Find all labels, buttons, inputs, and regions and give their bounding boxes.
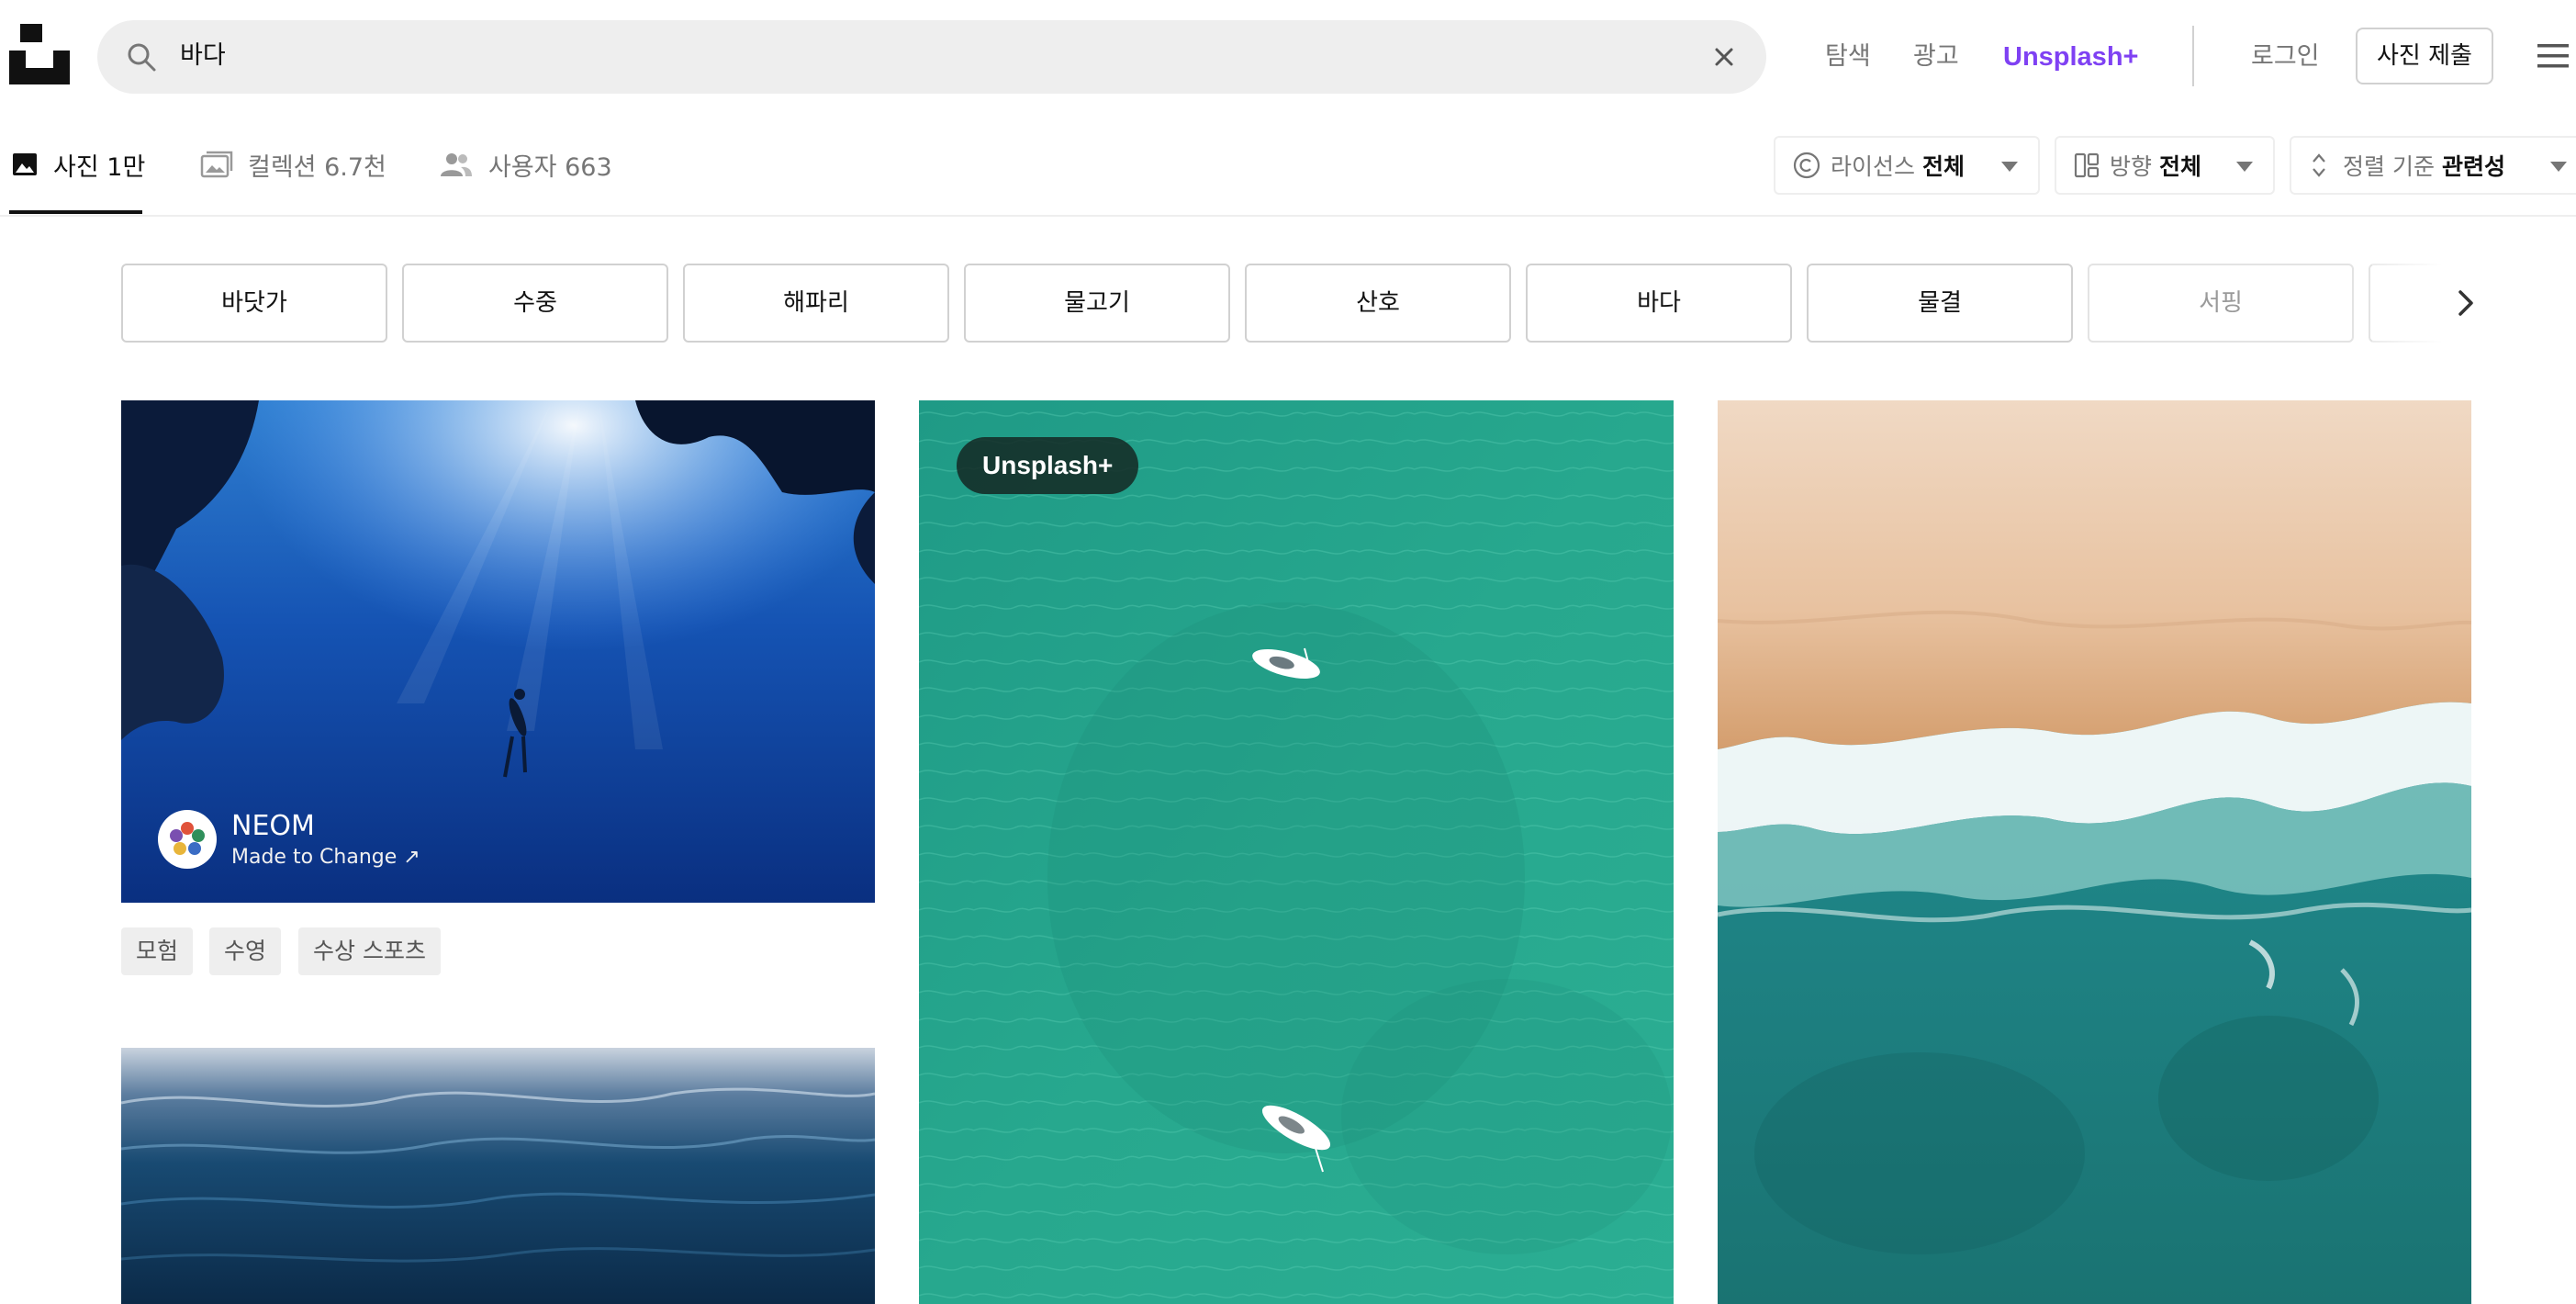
license-filter-value: 전체 — [1922, 153, 1966, 180]
search-icon[interactable] — [125, 40, 158, 73]
unsplash-plus-badge: Unsplash+ — [957, 437, 1139, 494]
nav-unsplash-plus-link[interactable]: Unsplash+ — [2003, 37, 2138, 77]
author-subtitle-link[interactable]: Made to Change ↗ — [231, 843, 420, 872]
chevron-down-icon — [2236, 162, 2253, 172]
orientation-filter-value: 전체 — [2159, 153, 2202, 180]
tab-users[interactable]: 사용자 663 — [439, 143, 612, 185]
photo-aerial-beach[interactable] — [1718, 400, 2471, 1304]
related-search-chip[interactable]: 물고기 — [964, 264, 1230, 343]
chevron-down-icon — [2001, 162, 2018, 172]
chevron-right-icon[interactable] — [2453, 287, 2479, 320]
license-filter-dropdown[interactable]: 라이선스 전체 — [1774, 136, 2040, 195]
login-link[interactable]: 로그인 — [2251, 37, 2320, 77]
orientation-icon — [2074, 152, 2100, 178]
sort-filter-dropdown[interactable]: 정렬 기준 관련성 — [2290, 136, 2576, 195]
related-search-chip[interactable]: 물결 — [1807, 264, 2073, 343]
sort-filter-value: 관련성 — [2441, 153, 2505, 180]
photo-tag[interactable]: 수영 — [209, 927, 282, 975]
nav-explore-link[interactable]: 탐색 — [1825, 37, 1871, 77]
tab-collections[interactable]: 컬렉션 6.7천 — [200, 143, 386, 185]
nav-advertise-link[interactable]: 광고 — [1913, 37, 1959, 77]
tab-users-label: 사용자 663 — [488, 152, 612, 182]
photo-tag[interactable]: 모험 — [121, 927, 194, 975]
photo-aerial-boats[interactable] — [919, 400, 1674, 1304]
orientation-filter-dropdown[interactable]: 방향 전체 — [2055, 136, 2275, 195]
search-bar[interactable] — [97, 20, 1766, 94]
related-search-chip[interactable]: 바다 — [1526, 264, 1792, 343]
related-search-chip[interactable]: 해파리 — [683, 264, 949, 343]
sort-icon — [2313, 153, 2325, 177]
related-search-chip[interactable]: 수중 — [402, 264, 668, 343]
chevron-down-icon — [2550, 162, 2567, 172]
related-search-chip[interactable]: 바닷가 — [121, 264, 387, 343]
author-name[interactable]: NEOM — [231, 808, 315, 845]
users-icon — [441, 153, 472, 176]
image-icon — [13, 153, 37, 175]
tab-photos[interactable]: 사진 1만 — [11, 143, 145, 185]
sort-filter-prefix: 정렬 기준 — [2343, 153, 2435, 180]
unsplash-logo-icon[interactable] — [9, 24, 70, 84]
copyright-icon — [1793, 152, 1820, 179]
search-input[interactable]: 바다 — [180, 35, 226, 77]
collection-icon — [200, 151, 233, 178]
tab-collections-label: 컬렉션 6.7천 — [248, 152, 386, 182]
tab-photos-label: 사진 1만 — [53, 152, 146, 182]
orientation-filter-prefix: 방향 — [2110, 153, 2153, 180]
related-search-chip[interactable]: 산호 — [1245, 264, 1511, 343]
close-icon[interactable] — [1711, 44, 1737, 70]
photo-underwater-surface[interactable] — [121, 1048, 875, 1304]
author-avatar[interactable] — [158, 810, 217, 869]
header-divider — [2192, 26, 2194, 86]
tabs-divider — [0, 215, 2576, 217]
hamburger-menu-icon[interactable] — [2534, 40, 2570, 72]
related-search-chip[interactable]: 서핑 — [2088, 264, 2354, 343]
active-tab-indicator — [9, 210, 142, 214]
submit-photo-button[interactable]: 사진 제출 — [2356, 28, 2493, 84]
photo-tag[interactable]: 수상 스포츠 — [298, 927, 441, 975]
license-filter-prefix: 라이선스 — [1831, 153, 1916, 180]
